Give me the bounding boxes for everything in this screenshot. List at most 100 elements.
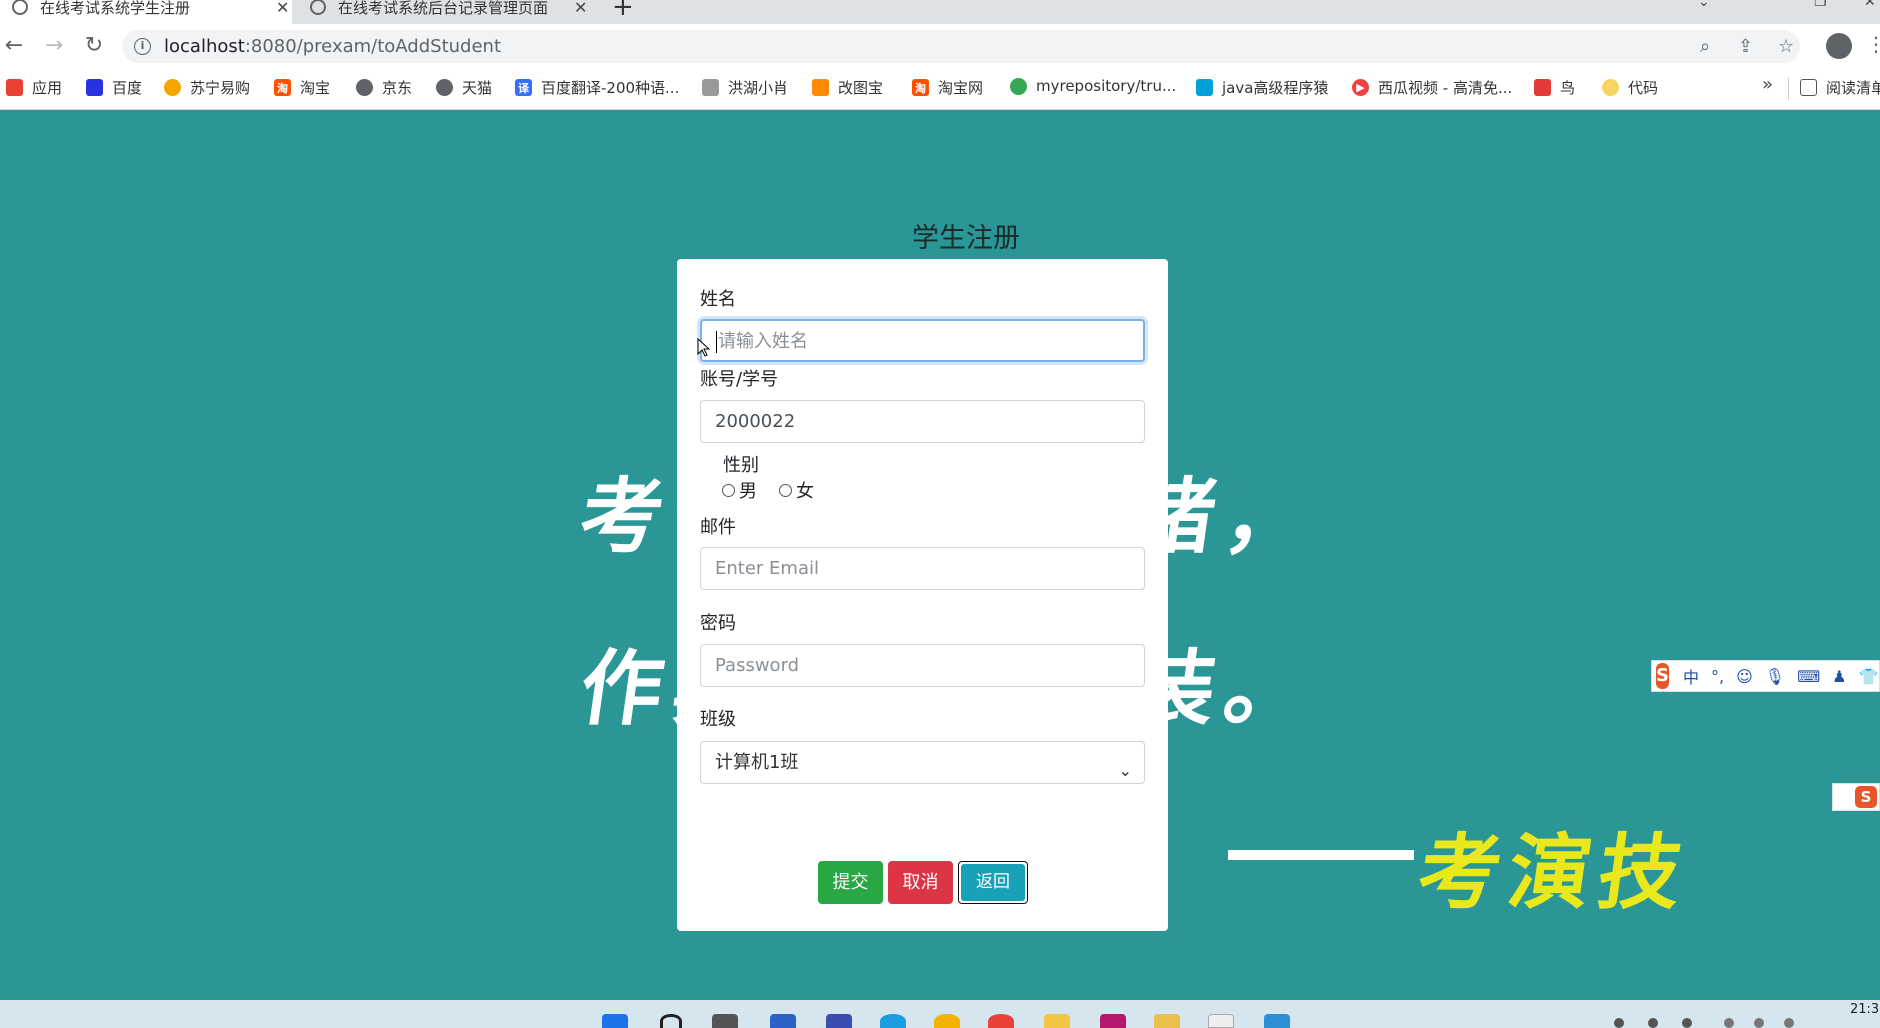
bookmark-bird[interactable]: 鸟 <box>1534 77 1575 98</box>
microphone-icon[interactable]: 🎙 <box>1765 667 1785 686</box>
chrome-icon[interactable] <box>934 1014 960 1028</box>
bookmark-myrepository[interactable]: myrepository/tru... <box>1010 77 1176 95</box>
battery-icon[interactable] <box>1784 1018 1794 1028</box>
bookmark-java[interactable]: java高级程序猿 <box>1196 77 1328 98</box>
chrome-active-icon[interactable] <box>988 1014 1014 1028</box>
keyboard-icon[interactable]: ⌨ <box>1797 667 1820 686</box>
cancel-button[interactable]: 取消 <box>888 861 953 904</box>
email-input[interactable]: Enter Email <box>700 547 1145 590</box>
taobao-icon: 淘 <box>274 79 291 96</box>
password-label: 密码 <box>700 613 736 634</box>
bookmark-gaitubao[interactable]: 改图宝 <box>812 77 883 98</box>
task-view-icon[interactable] <box>712 1014 738 1028</box>
search-icon[interactable] <box>660 1014 682 1028</box>
class-select[interactable]: 计算机1班 ⌄ <box>700 741 1145 784</box>
user-icon[interactable]: ♟ <box>1832 667 1846 686</box>
intellij-icon[interactable] <box>1100 1014 1126 1028</box>
app-icon[interactable] <box>1264 1014 1290 1028</box>
sogou-logo-icon: S <box>1656 663 1669 689</box>
globe-icon <box>436 79 453 96</box>
windows-start-icon[interactable] <box>602 1014 628 1028</box>
share-icon[interactable]: ⇪ <box>1738 36 1753 57</box>
account-input[interactable]: 2000022 <box>700 400 1145 443</box>
email-label: 邮件 <box>700 517 736 538</box>
ime-toolbar[interactable]: S 中 °, ☺ 🎙 ⌨ ♟ 👕 <box>1651 660 1880 692</box>
folder-icon[interactable] <box>1044 1014 1070 1028</box>
feather-icon <box>702 79 719 96</box>
ime-mini-toolbar[interactable]: S <box>1832 783 1880 811</box>
bookmark-apps[interactable]: 应用 <box>6 77 62 98</box>
widgets-icon[interactable] <box>770 1014 796 1028</box>
app-icon[interactable] <box>1208 1014 1234 1028</box>
bookmark-honghu[interactable]: 洪湖小肖 <box>702 77 788 98</box>
gender-male-label: 男 <box>739 481 757 502</box>
tab-search-icon[interactable]: ⌄ <box>1698 0 1710 10</box>
profile-avatar[interactable] <box>1826 33 1852 59</box>
reading-list[interactable]: 阅读清单 <box>1800 77 1880 98</box>
bookmark-label: 百度 <box>112 79 143 97</box>
forward-arrow-icon[interactable]: → <box>40 32 68 60</box>
back-button[interactable]: 返回 <box>958 861 1028 904</box>
edge-icon[interactable] <box>880 1014 906 1028</box>
tray-icon[interactable] <box>1648 1018 1658 1028</box>
star-bookmark-icon[interactable]: ☆ <box>1778 36 1794 57</box>
app-icon[interactable] <box>1154 1014 1180 1028</box>
bookmark-baidu[interactable]: 百度 <box>86 77 142 98</box>
bookmark-jd[interactable]: 京东 <box>356 77 412 98</box>
back-arrow-icon[interactable]: ← <box>0 32 28 60</box>
bookmark-taobao-net[interactable]: 淘淘宝网 <box>912 77 983 98</box>
bookmark-baidu-translate[interactable]: 译百度翻译-200种语... <box>515 77 679 98</box>
gender-female-radio[interactable] <box>779 483 792 497</box>
browser-toolbar: ← → ↻ i localhost:8080/prexam/toAddStude… <box>0 24 1880 68</box>
close-tab-icon[interactable]: ✕ <box>276 0 289 17</box>
close-window-icon[interactable]: ✕ <box>1864 0 1876 10</box>
bookmarks-bar: 应用 百度 苏宁易购 淘淘宝 京东 天猫 译百度翻译-200种语... 洪湖小肖… <box>0 68 1880 110</box>
bookmark-tmall[interactable]: 天猫 <box>436 77 492 98</box>
globe-icon <box>310 0 326 15</box>
bilibili-tv-icon <box>1196 79 1213 96</box>
tab-student-register[interactable]: 在线考试系统学生注册 ✕ <box>0 0 292 24</box>
reload-icon[interactable]: ↻ <box>80 32 108 60</box>
menu-dots-icon[interactable]: ⋮ <box>1866 32 1880 56</box>
bookmark-code[interactable]: 代码 <box>1602 77 1658 98</box>
emoji-icon[interactable]: ☺ <box>1736 667 1753 686</box>
text-caret <box>716 331 717 353</box>
new-tab-button[interactable]: + <box>612 0 634 22</box>
bookmark-suning[interactable]: 苏宁易购 <box>164 77 250 98</box>
clock-time[interactable]: 21:33 <box>1850 1002 1880 1017</box>
close-tab-icon[interactable]: ✕ <box>574 0 587 17</box>
bookmark-label: 苏宁易购 <box>190 79 251 97</box>
tab-admin-records[interactable]: 在线考试系统后台记录管理页面 ✕ <box>298 0 598 24</box>
name-input[interactable]: 请输入姓名 <box>700 319 1145 362</box>
submit-button[interactable]: 提交 <box>818 861 883 904</box>
ime-lang-toggle[interactable]: 中 <box>1683 664 1699 688</box>
more-bookmarks-icon[interactable]: » <box>1762 74 1773 95</box>
address-bar[interactable]: i localhost:8080/prexam/toAddStudent ⌕ ⇪… <box>122 30 1800 63</box>
name-label: 姓名 <box>700 289 736 310</box>
restore-window-icon[interactable]: ❐ <box>1814 0 1827 10</box>
gender-male-radio[interactable] <box>722 483 735 497</box>
name-placeholder: 请输入姓名 <box>718 331 808 352</box>
tab-strip: 在线考试系统学生注册 ✕ 在线考试系统后台记录管理页面 ✕ + ⌄ ❐ ✕ <box>0 0 1880 24</box>
skin-shirt-icon[interactable]: 👕 <box>1859 667 1879 686</box>
mouse-pointer-icon <box>697 338 711 357</box>
url-text[interactable]: localhost:8080/prexam/toAddStudent <box>164 36 501 57</box>
bookmark-taobao[interactable]: 淘淘宝 <box>274 77 330 98</box>
code-icon <box>1602 79 1619 96</box>
bookmark-label: 淘宝网 <box>938 79 984 97</box>
zoom-icon[interactable]: ⌕ <box>1700 36 1710 57</box>
app-icon[interactable] <box>826 1014 852 1028</box>
bookmark-label: 天猫 <box>462 79 493 97</box>
bookmark-label: 改图宝 <box>838 79 884 97</box>
apps-grid-icon <box>6 79 23 96</box>
password-input[interactable]: Password <box>700 644 1145 687</box>
bookmark-xigua[interactable]: ▶ 西瓜视频 - 高清免... <box>1352 77 1512 98</box>
wifi-icon[interactable] <box>1724 1018 1734 1028</box>
ime-punct-toggle[interactable]: °, <box>1711 667 1724 686</box>
xigua-play-icon: ▶ <box>1352 79 1369 96</box>
volume-icon[interactable] <box>1754 1018 1764 1028</box>
site-info-icon[interactable]: i <box>134 38 151 55</box>
bookmark-label: java高级程序猿 <box>1222 79 1329 97</box>
tray-icon[interactable] <box>1682 1018 1692 1028</box>
tray-icon[interactable] <box>1614 1018 1624 1028</box>
